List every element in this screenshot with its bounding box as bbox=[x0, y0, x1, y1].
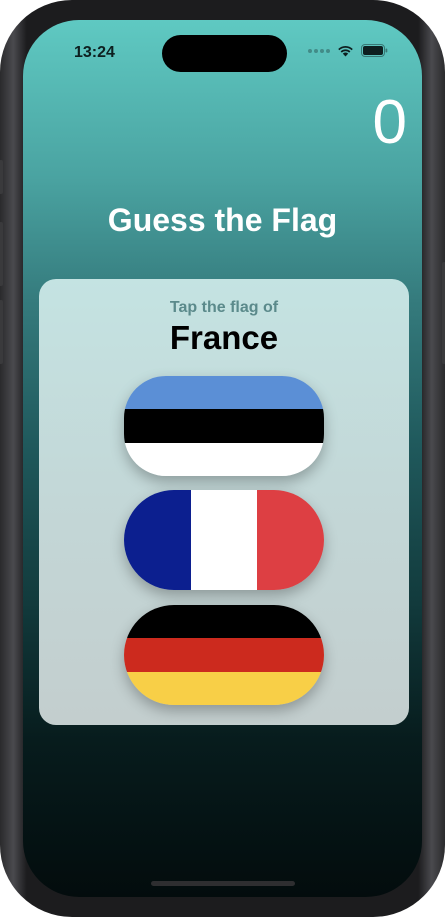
dynamic-island bbox=[162, 35, 287, 72]
cellular-signal-icon bbox=[308, 48, 330, 53]
volume-down-button bbox=[0, 300, 3, 364]
game-title: Guess the Flag bbox=[107, 202, 338, 238]
flag-button-1[interactable] bbox=[124, 376, 324, 476]
score-value: 0 bbox=[372, 88, 407, 157]
home-indicator[interactable] bbox=[151, 881, 295, 886]
action-button bbox=[0, 160, 3, 194]
target-country: France bbox=[169, 319, 279, 356]
flag-button-3[interactable] bbox=[124, 605, 324, 705]
volume-up-button bbox=[0, 222, 3, 286]
wifi-icon bbox=[338, 45, 353, 56]
question-prompt: Tap the flag of bbox=[169, 299, 279, 316]
status-icons bbox=[308, 44, 388, 57]
question-card: Tap the flag of France bbox=[39, 279, 409, 725]
phone-frame: 13:24 0 Guess the Flag Tap the flag of F… bbox=[0, 0, 445, 917]
screen: 13:24 0 Guess the Flag Tap the flag of F… bbox=[23, 20, 422, 897]
flag-button-2[interactable] bbox=[124, 490, 324, 590]
estonia-flag-icon bbox=[124, 376, 324, 476]
battery-icon bbox=[361, 44, 388, 57]
status-time: 13:24 bbox=[74, 44, 115, 61]
france-flag-icon bbox=[124, 490, 324, 590]
germany-flag-icon bbox=[124, 605, 324, 705]
